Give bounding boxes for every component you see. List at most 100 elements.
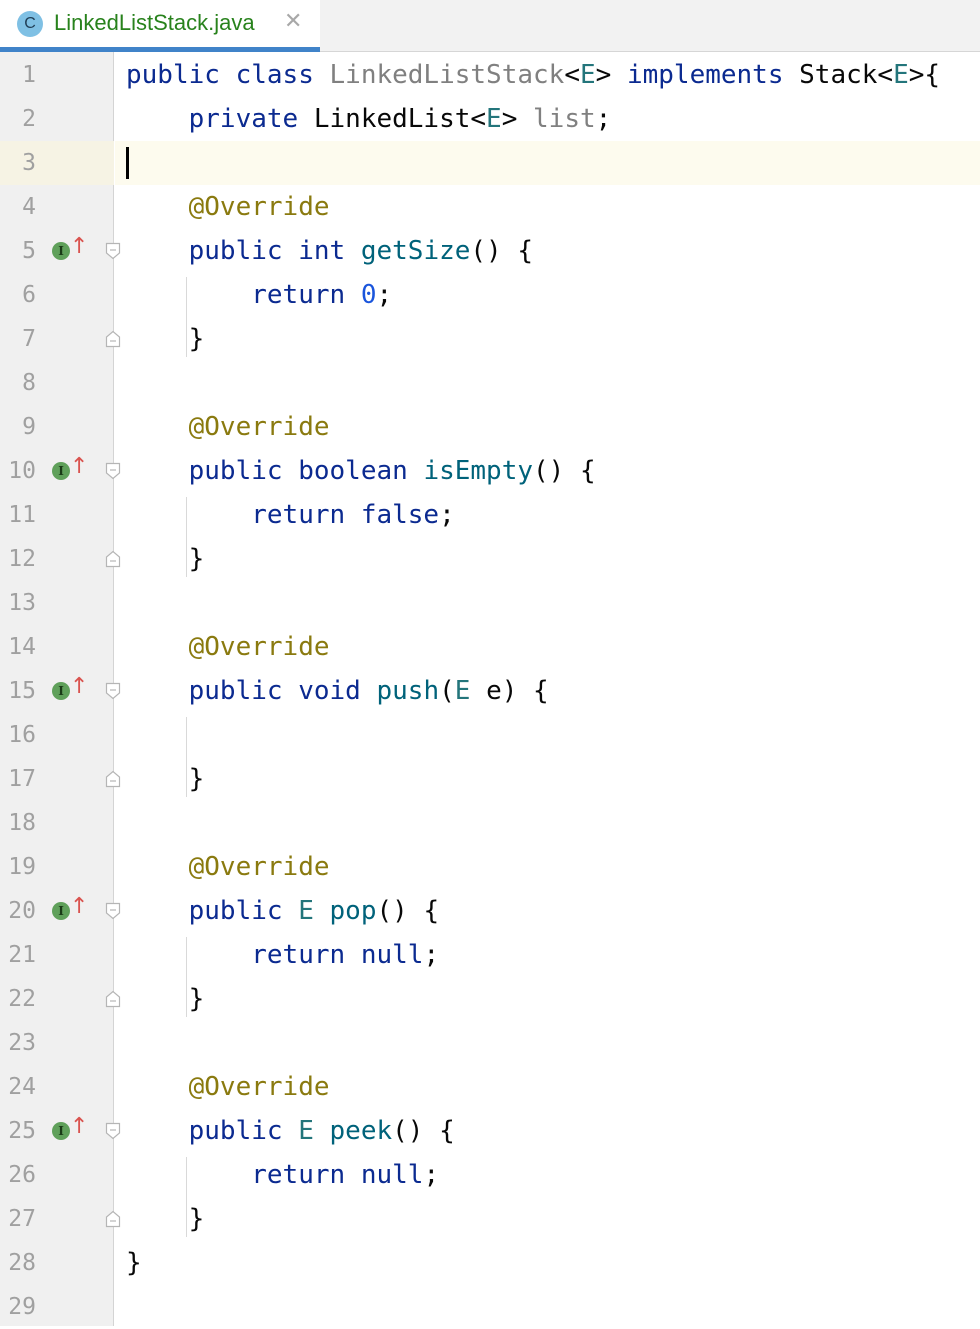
code-line[interactable]: 2 private LinkedList<E> list; <box>0 97 980 141</box>
code-token: list <box>533 104 596 134</box>
code-text-cell[interactable]: public boolean isEmpty() { <box>115 449 980 493</box>
code-text-cell[interactable] <box>115 1285 980 1329</box>
code-text-cell[interactable] <box>115 801 980 845</box>
code-text: @Override <box>126 1073 330 1101</box>
line-number: 4 <box>22 194 36 220</box>
line-number: 10 <box>8 458 36 484</box>
code-line[interactable]: 13 <box>0 581 980 625</box>
code-line[interactable]: 6 return 0; <box>0 273 980 317</box>
code-line[interactable]: 17 } <box>0 757 980 801</box>
code-text-cell[interactable]: } <box>115 1241 980 1285</box>
go-to-interface-arrow-icon[interactable]: ↑ <box>70 893 88 921</box>
code-text-cell[interactable] <box>115 1021 980 1065</box>
code-text: return null; <box>126 941 439 969</box>
implements-method-icon[interactable]: I <box>52 1122 70 1140</box>
code-text-cell[interactable]: public int getSize() { <box>115 229 980 273</box>
tab-file-name[interactable]: LinkedListStack.java <box>54 10 255 36</box>
code-text: public void push(E e) { <box>126 677 549 705</box>
code-text-cell[interactable] <box>115 581 980 625</box>
code-line[interactable]: 5 I ↑ public int getSize() { <box>0 229 980 273</box>
code-text-cell[interactable]: } <box>115 757 980 801</box>
code-line[interactable]: 7 } <box>0 317 980 361</box>
line-number: 16 <box>8 722 36 748</box>
code-line[interactable]: 12 } <box>0 537 980 581</box>
line-number-cell: 1 <box>0 53 114 97</box>
code-text-cell[interactable]: return 0; <box>115 273 980 317</box>
code-line[interactable]: 16 <box>0 713 980 757</box>
code-line[interactable]: 15 I ↑ public void push(E e) { <box>0 669 980 713</box>
code-line[interactable]: 21 return null; <box>0 933 980 977</box>
code-line[interactable]: 1 public class LinkedListStack<E> impleme… <box>0 53 980 97</box>
code-text-cell[interactable]: } <box>115 1197 980 1241</box>
code-line[interactable]: 9 @Override <box>0 405 980 449</box>
code-token: public <box>188 676 283 706</box>
close-tab-icon[interactable]: ✕ <box>284 9 302 34</box>
code-line[interactable]: 14 @Override <box>0 625 980 669</box>
line-number: 15 <box>8 678 36 704</box>
code-text-cell[interactable]: } <box>115 977 980 1021</box>
go-to-interface-arrow-icon[interactable]: ↑ <box>70 1113 88 1141</box>
code-text: return 0; <box>126 281 392 309</box>
go-to-interface-arrow-icon[interactable]: ↑ <box>70 233 88 261</box>
code-text-cell[interactable]: public E peek() { <box>115 1109 980 1153</box>
code-token: < <box>564 60 580 90</box>
code-line[interactable]: 22 } <box>0 977 980 1021</box>
code-line[interactable]: 11 return false; <box>0 493 980 537</box>
code-text-cell[interactable]: public class LinkedListStack<E> implemen… <box>115 53 980 97</box>
code-text-cell[interactable]: @Override <box>115 1065 980 1109</box>
go-to-interface-arrow-icon[interactable]: ↑ <box>70 453 88 481</box>
code-text-cell[interactable]: return null; <box>115 933 980 977</box>
code-line[interactable]: 25 I ↑ public E peek() { <box>0 1109 980 1153</box>
code-line[interactable]: 27 } <box>0 1197 980 1241</box>
code-line[interactable]: 24 @Override <box>0 1065 980 1109</box>
code-line[interactable]: 4 @Override <box>0 185 980 229</box>
line-number-cell: 2 <box>0 97 114 141</box>
code-line[interactable]: 8 <box>0 361 980 405</box>
code-text-cell[interactable] <box>115 141 980 185</box>
code-text-cell[interactable] <box>115 361 980 405</box>
code-text-cell[interactable] <box>115 713 980 757</box>
code-text-cell[interactable]: } <box>115 317 980 361</box>
line-number: 25 <box>8 1118 36 1144</box>
code-text-cell[interactable]: } <box>115 537 980 581</box>
implements-method-icon[interactable]: I <box>52 462 70 480</box>
code-token: null <box>360 940 424 970</box>
code-line[interactable]: 19 @Override <box>0 845 980 889</box>
code-line[interactable]: 20 I ↑ public E pop() { <box>0 889 980 933</box>
code-line[interactable]: 28} <box>0 1241 980 1285</box>
code-text-cell[interactable]: @Override <box>115 625 980 669</box>
implements-method-icon[interactable]: I <box>52 682 70 700</box>
code-line[interactable]: 18 <box>0 801 980 845</box>
code-text-cell[interactable]: public E pop() { <box>115 889 980 933</box>
code-token: @Override <box>188 852 330 882</box>
code-token: return <box>251 940 346 970</box>
code-line[interactable]: 26 return null; <box>0 1153 980 1197</box>
code-text-cell[interactable]: return false; <box>115 493 980 537</box>
code-token: implements <box>626 60 784 90</box>
code-text-cell[interactable]: @Override <box>115 845 980 889</box>
implements-method-icon[interactable]: I <box>52 242 70 260</box>
code-line[interactable]: 3 <box>0 141 980 185</box>
implements-method-icon[interactable]: I <box>52 902 70 920</box>
go-to-interface-arrow-icon[interactable]: ↑ <box>70 673 88 701</box>
line-number: 17 <box>8 766 36 792</box>
tab-linkedliststack-java[interactable]: C LinkedListStack.java ✕ <box>0 0 320 52</box>
code-text-cell[interactable]: return null; <box>115 1153 980 1197</box>
line-number-cell: 5 I ↑ <box>0 229 121 273</box>
code-token: ; <box>423 940 440 970</box>
code-text-cell[interactable]: private LinkedList<E> list; <box>115 97 980 141</box>
code-text-cell[interactable]: @Override <box>115 405 980 449</box>
code-token: > <box>501 104 534 134</box>
code-line[interactable]: 10 I ↑ public boolean isEmpty() { <box>0 449 980 493</box>
code-text-cell[interactable]: @Override <box>115 185 980 229</box>
code-token: E <box>454 676 471 706</box>
code-line[interactable]: 23 <box>0 1021 980 1065</box>
code-line[interactable]: 29 <box>0 1285 980 1329</box>
code-text-cell[interactable]: public void push(E e) { <box>115 669 980 713</box>
